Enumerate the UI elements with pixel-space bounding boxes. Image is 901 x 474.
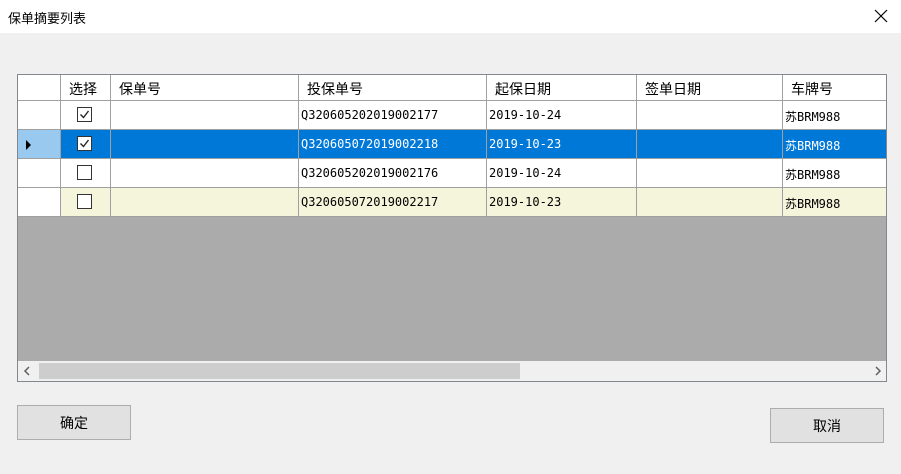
cell-application-no[interactable]: Q320605072019002218: [299, 130, 487, 159]
cell-application-no[interactable]: Q320605072019002217: [299, 188, 487, 217]
scrollbar-thumb[interactable]: [39, 363, 520, 379]
col-header-policy-no[interactable]: 保单号: [111, 75, 299, 101]
row-checkbox[interactable]: [77, 165, 92, 180]
cell-sign-date[interactable]: [637, 159, 783, 188]
col-header-select[interactable]: 选择: [61, 75, 111, 101]
row-header[interactable]: [18, 130, 61, 159]
check-icon: [80, 110, 90, 119]
cell-policy-no[interactable]: [111, 101, 299, 130]
corner-header: [18, 75, 61, 101]
cell-start-date[interactable]: 2019-10-24: [487, 101, 637, 130]
cell-start-date[interactable]: 2019-10-23: [487, 130, 637, 159]
horizontal-scrollbar[interactable]: [18, 361, 886, 381]
cell-plate[interactable]: 苏BRM988: [783, 101, 886, 130]
window-title: 保单摘要列表: [8, 12, 87, 27]
cell-sign-date[interactable]: [637, 188, 783, 217]
row-checkbox[interactable]: [77, 194, 92, 209]
cell-sign-date[interactable]: [637, 130, 783, 159]
cell-select: [61, 101, 111, 130]
cell-application-no[interactable]: Q320605202019002177: [299, 101, 487, 130]
ok-button[interactable]: 确定: [17, 405, 131, 440]
chevron-right-icon[interactable]: [869, 361, 886, 381]
cell-application-no[interactable]: Q320605202019002176: [299, 159, 487, 188]
row-header[interactable]: [18, 101, 61, 130]
close-icon[interactable]: [871, 6, 891, 26]
cell-plate[interactable]: 苏BRM988: [783, 188, 886, 217]
cell-sign-date[interactable]: [637, 101, 783, 130]
col-header-sign-date[interactable]: 签单日期: [637, 75, 783, 101]
cancel-button[interactable]: 取消: [770, 408, 884, 443]
cell-start-date[interactable]: 2019-10-24: [487, 159, 637, 188]
table-row[interactable]: Q320605202019002177 2019-10-24 苏BRM988: [18, 101, 886, 130]
policy-grid[interactable]: 选择 保单号 投保单号 起保日期 签单日期 车牌号 Q3206052020190…: [17, 74, 887, 382]
table-row[interactable]: Q320605072019002218 2019-10-23 苏BRM988: [18, 130, 886, 159]
col-header-application-no[interactable]: 投保单号: [299, 75, 487, 101]
cell-select: [61, 130, 111, 159]
col-header-plate[interactable]: 车牌号: [783, 75, 886, 101]
table-row[interactable]: Q320605072019002217 2019-10-23 苏BRM988: [18, 188, 886, 217]
title-bar: 保单摘要列表: [0, 0, 901, 33]
cell-policy-no[interactable]: [111, 188, 299, 217]
chevron-left-icon[interactable]: [18, 361, 36, 381]
table-row[interactable]: Q320605202019002176 2019-10-24 苏BRM988: [18, 159, 886, 188]
cell-policy-no[interactable]: [111, 159, 299, 188]
cell-policy-no[interactable]: [111, 130, 299, 159]
check-icon: [80, 139, 90, 148]
cell-select: [61, 159, 111, 188]
row-checkbox[interactable]: [77, 136, 92, 151]
row-header[interactable]: [18, 159, 61, 188]
cell-plate[interactable]: 苏BRM988: [783, 130, 886, 159]
row-checkbox[interactable]: [77, 107, 92, 122]
row-header[interactable]: [18, 188, 61, 217]
col-header-start-date[interactable]: 起保日期: [487, 75, 637, 101]
cell-plate[interactable]: 苏BRM988: [783, 159, 886, 188]
row-pointer-icon: [26, 140, 31, 150]
grid-header: 选择 保单号 投保单号 起保日期 签单日期 车牌号: [18, 75, 886, 101]
cell-select: [61, 188, 111, 217]
cell-start-date[interactable]: 2019-10-23: [487, 188, 637, 217]
